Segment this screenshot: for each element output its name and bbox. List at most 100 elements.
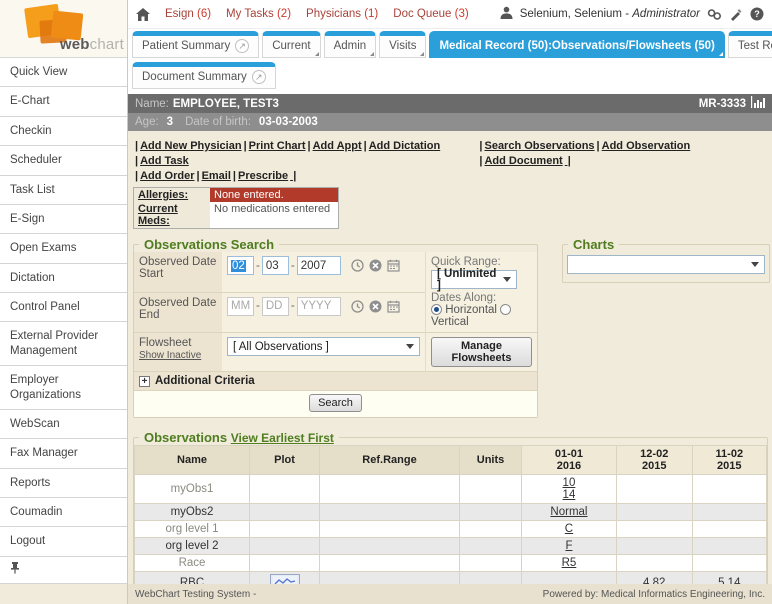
topnav-doc-queue[interactable]: Doc Queue (3) bbox=[393, 8, 468, 20]
email-link[interactable]: Email bbox=[194, 170, 230, 182]
expand-plus-icon[interactable]: + bbox=[139, 376, 150, 387]
show-inactive-link[interactable]: Show Inactive bbox=[139, 350, 201, 361]
popout-icon[interactable]: ↗ bbox=[235, 39, 249, 53]
obs-value-link[interactable]: C bbox=[525, 523, 613, 535]
user-name[interactable]: Selenium, Selenium - Administrator bbox=[520, 8, 700, 20]
add-observation-link[interactable]: Add Observation bbox=[595, 140, 691, 152]
sidebar-item-e-sign[interactable]: E-Sign bbox=[0, 205, 127, 234]
help-icon[interactable]: ? bbox=[750, 7, 764, 21]
search-observations-link[interactable]: Search Observations bbox=[477, 140, 594, 152]
clock-icon[interactable] bbox=[351, 300, 364, 313]
home-icon[interactable] bbox=[136, 8, 150, 21]
add-appt-link[interactable]: Add Appt bbox=[305, 140, 361, 152]
obs-value-link[interactable]: 10 bbox=[525, 477, 613, 489]
tab-medical-record-observations[interactable]: Medical Record (50):Observations/Flowshe… bbox=[429, 31, 724, 58]
start-year-input[interactable]: 2007 bbox=[297, 256, 341, 275]
allergies-link[interactable]: Allergies: bbox=[138, 189, 188, 201]
vertical-radio[interactable] bbox=[500, 304, 511, 315]
sidebar-item-webscan[interactable]: WebScan bbox=[0, 410, 127, 439]
sidebar-item-task-list[interactable]: Task List bbox=[0, 176, 127, 205]
action-links-row1-left: Add New PhysicianPrint ChartAdd ApptAdd … bbox=[133, 139, 477, 169]
sidebar-item-external-provider-management[interactable]: External Provider Management bbox=[0, 322, 127, 366]
logo-text: webchart bbox=[60, 36, 124, 53]
start-day-input[interactable]: 03 bbox=[262, 256, 289, 275]
tab-document-summary[interactable]: Document Summary ↗ bbox=[132, 62, 276, 89]
add-task-link[interactable]: Add Task bbox=[133, 155, 189, 167]
tab-admin[interactable]: Admin bbox=[324, 31, 377, 58]
obs-value-link[interactable]: 4.82 bbox=[620, 577, 689, 584]
charts-select[interactable] bbox=[567, 255, 765, 274]
charts-title: Charts bbox=[568, 237, 619, 252]
age-label: Age: bbox=[135, 116, 159, 128]
flowsheet-select[interactable]: [ All Observations ] bbox=[227, 337, 420, 356]
obs-name: myObs1 bbox=[135, 475, 250, 504]
sidebar-item-e-chart[interactable]: E-Chart bbox=[0, 87, 127, 116]
topnav-physicians[interactable]: Physicians (1) bbox=[306, 8, 378, 20]
sidebar-pin-button[interactable] bbox=[0, 557, 127, 584]
quick-range-select[interactable]: [ Unlimited ] bbox=[431, 270, 517, 289]
bar-chart-icon[interactable] bbox=[751, 96, 765, 111]
popout-icon[interactable]: ↗ bbox=[252, 70, 266, 84]
patient-dob: 03-03-2003 bbox=[259, 116, 318, 128]
add-new-physician-link[interactable]: Add New Physician bbox=[133, 140, 242, 152]
add-document-link[interactable]: Add Document bbox=[477, 155, 570, 167]
sidebar-item-quick-view[interactable]: Quick View bbox=[0, 58, 127, 87]
tab-patient-summary[interactable]: Patient Summary ↗ bbox=[132, 31, 259, 58]
obs-value-link[interactable]: R5 bbox=[525, 557, 613, 569]
current-meds-link[interactable]: Current Meds: bbox=[138, 203, 178, 227]
end-day-input[interactable]: DD bbox=[262, 297, 289, 316]
topnav-my-tasks[interactable]: My Tasks (2) bbox=[226, 8, 291, 20]
tab-test-results[interactable]: Test Results bbox=[728, 31, 772, 58]
observed-date-start-fields: 02-03-2007 bbox=[222, 252, 425, 293]
obs-value-link[interactable]: F bbox=[525, 540, 613, 552]
allergies-meds-box: Allergies: None entered. Current Meds: N… bbox=[133, 187, 339, 229]
obs-value-link[interactable]: 5.14 bbox=[696, 577, 763, 584]
topnav-esign[interactable]: Esign (6) bbox=[165, 8, 211, 20]
tab-current[interactable]: Current bbox=[262, 31, 320, 58]
sidebar-item-checkin[interactable]: Checkin bbox=[0, 117, 127, 146]
prescribe-link[interactable]: Prescribe bbox=[231, 170, 296, 182]
chain-links-icon[interactable] bbox=[707, 8, 722, 21]
print-chart-link[interactable]: Print Chart bbox=[242, 140, 306, 152]
end-year-input[interactable]: YYYY bbox=[297, 297, 341, 316]
sidebar-item-coumadin[interactable]: Coumadin bbox=[0, 498, 127, 527]
sidebar-item-logout[interactable]: Logout bbox=[0, 527, 127, 556]
sidebar-item-scheduler[interactable]: Scheduler bbox=[0, 146, 127, 175]
clear-date-icon[interactable] bbox=[369, 300, 382, 313]
add-order-link[interactable]: Add Order bbox=[133, 170, 194, 182]
obs-value-link[interactable]: Normal bbox=[525, 506, 613, 518]
wand-icon[interactable] bbox=[729, 8, 743, 21]
calendar-icon[interactable] bbox=[387, 259, 400, 272]
sidebar-item-employer-organizations[interactable]: Employer Organizations bbox=[0, 366, 127, 410]
view-earliest-first-link[interactable]: View Earliest First bbox=[231, 431, 334, 445]
left-column: webchart Quick View E-Chart Checkin Sche… bbox=[0, 0, 128, 604]
col-units: Units bbox=[460, 446, 522, 475]
start-month-input[interactable]: 02 bbox=[227, 256, 254, 275]
additional-criteria-toggle[interactable]: + Additional Criteria bbox=[134, 372, 537, 391]
obs-name: myObs2 bbox=[135, 504, 250, 521]
obs-value-link[interactable]: 14 bbox=[525, 489, 613, 501]
calendar-icon[interactable] bbox=[387, 300, 400, 313]
end-month-input[interactable]: MM bbox=[227, 297, 254, 316]
clock-icon[interactable] bbox=[351, 259, 364, 272]
webchart-logo[interactable]: webchart bbox=[0, 0, 127, 57]
patient-demo-bar: Age: 3 Date of birth: 03-03-2003 bbox=[128, 113, 772, 131]
action-links: Add New PhysicianPrint ChartAdd ApptAdd … bbox=[133, 139, 768, 184]
horizontal-radio[interactable] bbox=[431, 304, 442, 315]
sidebar-item-reports[interactable]: Reports bbox=[0, 469, 127, 498]
sidebar-item-fax-manager[interactable]: Fax Manager bbox=[0, 439, 127, 468]
observations-search-title: Observations Search bbox=[139, 237, 279, 252]
add-dictation-link[interactable]: Add Dictation bbox=[362, 140, 441, 152]
col-ref-range: Ref.Range bbox=[320, 446, 460, 475]
table-row: RBC 4.82 5.14 bbox=[135, 572, 767, 585]
manage-flowsheets-button[interactable]: Manage Flowsheets bbox=[431, 337, 532, 367]
sidebar-item-open-exams[interactable]: Open Exams bbox=[0, 234, 127, 263]
sidebar-item-dictation[interactable]: Dictation bbox=[0, 264, 127, 293]
search-button[interactable]: Search bbox=[309, 394, 362, 412]
tab-visits[interactable]: Visits bbox=[379, 31, 426, 58]
clear-date-icon[interactable] bbox=[369, 259, 382, 272]
observations-table: Name Plot Ref.Range Units 01-012016 12-0… bbox=[134, 445, 767, 584]
sidebar-item-control-panel[interactable]: Control Panel bbox=[0, 293, 127, 322]
sparkline-plot-button[interactable] bbox=[270, 574, 300, 584]
menu-corner-icon bbox=[719, 52, 723, 56]
